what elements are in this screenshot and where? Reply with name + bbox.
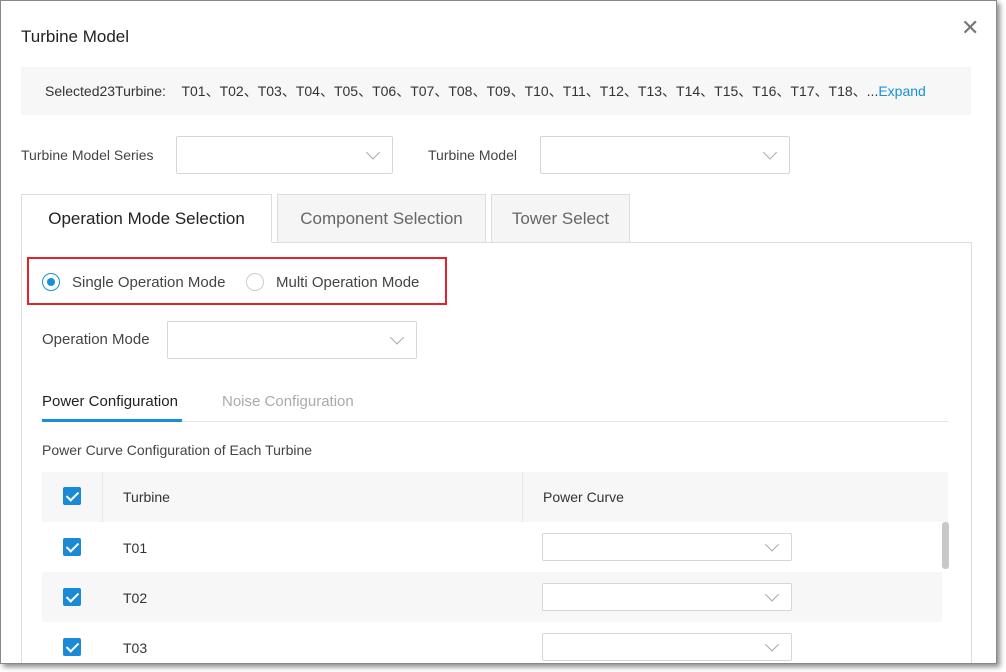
selected-turbine-list: T01、T02、T03、T04、T05、T06、T07、T08、T09、T10、… xyxy=(181,83,879,99)
selected-turbines-bar: Selected23Turbine: T01、T02、T03、T04、T05、T… xyxy=(21,67,971,115)
close-icon[interactable]: ✕ xyxy=(961,15,979,41)
model-label: Turbine Model xyxy=(428,147,517,163)
row-checkbox[interactable] xyxy=(63,638,81,656)
col-divider xyxy=(102,472,103,522)
col-divider xyxy=(522,472,523,522)
series-select[interactable] xyxy=(176,136,393,174)
power-curve-select[interactable] xyxy=(542,583,792,611)
model-select[interactable] xyxy=(540,136,790,174)
series-label: Turbine Model Series xyxy=(21,147,154,163)
single-mode-label[interactable]: Single Operation Mode xyxy=(72,274,225,291)
table-header: Turbine Power Curve xyxy=(42,472,948,522)
tab-operation-mode[interactable]: Operation Mode Selection xyxy=(21,194,272,243)
table-caption: Power Curve Configuration of Each Turbin… xyxy=(42,442,313,458)
chevron-down-icon xyxy=(764,537,780,552)
single-mode-radio[interactable] xyxy=(42,273,60,291)
power-curve-select[interactable] xyxy=(542,633,792,661)
dialog-title: Turbine Model xyxy=(21,27,130,46)
turbine-cell: T01 xyxy=(123,540,148,556)
table-row: T02 xyxy=(42,572,942,622)
chevron-down-icon xyxy=(764,587,780,602)
scrollbar[interactable] xyxy=(942,522,949,569)
table-row: T01 xyxy=(42,522,942,572)
operation-mode-select[interactable] xyxy=(167,321,417,359)
chevron-down-icon xyxy=(764,637,780,652)
turbine-cell: T03 xyxy=(123,640,148,656)
subtab-power[interactable]: Power Configuration xyxy=(42,393,178,410)
chevron-down-icon xyxy=(389,330,405,345)
tab-component-selection[interactable]: Component Selection xyxy=(277,194,486,243)
multi-mode-label[interactable]: Multi Operation Mode xyxy=(276,274,419,291)
header-power-curve: Power Curve xyxy=(543,489,624,505)
row-checkbox[interactable] xyxy=(63,538,81,556)
selected-label: Selected23Turbine: xyxy=(45,83,166,99)
select-all-checkbox[interactable] xyxy=(63,487,81,505)
chevron-down-icon xyxy=(762,145,778,160)
operation-mode-label: Operation Mode xyxy=(42,331,150,348)
subtab-active-indicator xyxy=(42,419,182,422)
expand-link[interactable]: Expand xyxy=(878,83,925,99)
table-row: T03 xyxy=(42,622,942,663)
header-turbine: Turbine xyxy=(123,489,170,505)
chevron-down-icon xyxy=(365,145,381,160)
multi-mode-radio[interactable] xyxy=(246,273,264,291)
power-curve-select[interactable] xyxy=(542,533,792,561)
row-checkbox[interactable] xyxy=(63,588,81,606)
turbine-model-dialog: Turbine Model ✕ Selected23Turbine: T01、T… xyxy=(0,0,997,664)
turbine-cell: T02 xyxy=(123,590,148,606)
subtab-noise[interactable]: Noise Configuration xyxy=(222,393,354,410)
tab-tower-select[interactable]: Tower Select xyxy=(491,194,630,243)
